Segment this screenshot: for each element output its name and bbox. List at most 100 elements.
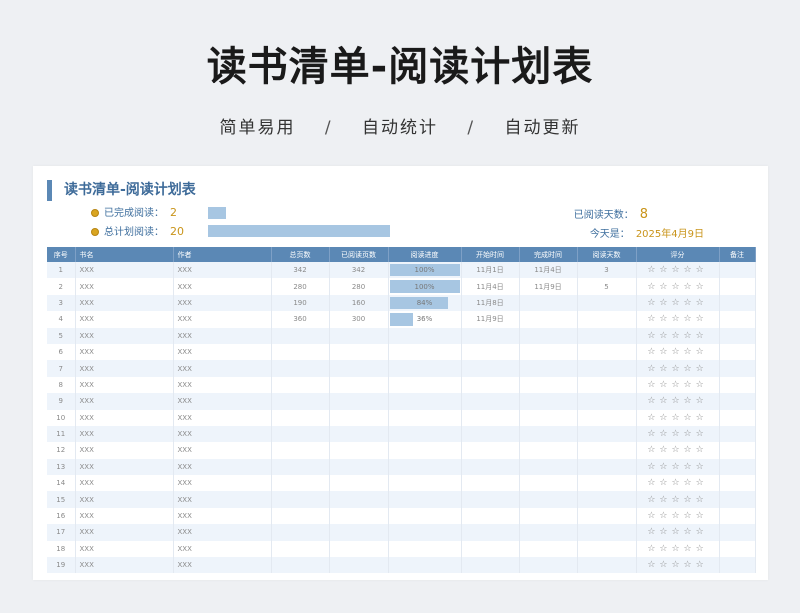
cell-note[interactable] — [719, 491, 756, 508]
cell-no[interactable]: 3 — [47, 294, 76, 312]
star-rating-icon[interactable]: ☆☆☆☆☆ — [647, 314, 707, 324]
rating-cell[interactable]: ☆☆☆☆☆ — [636, 475, 720, 492]
rating-cell[interactable]: ☆☆☆☆☆ — [636, 409, 720, 426]
cell-progress[interactable]: 36% — [388, 311, 462, 328]
cell-read[interactable] — [329, 507, 389, 525]
cell-read[interactable]: 342 — [329, 262, 389, 279]
cell-author[interactable]: XXX — [173, 507, 272, 525]
cell-start[interactable] — [461, 475, 520, 492]
cell-book[interactable]: XXX — [75, 311, 174, 328]
cell-end[interactable] — [519, 491, 578, 508]
cell-read[interactable] — [329, 360, 389, 377]
cell-start[interactable]: 11月1日 — [461, 262, 520, 279]
cell-progress[interactable] — [388, 360, 462, 377]
cell-progress[interactable] — [388, 409, 462, 426]
cell-book[interactable]: XXX — [75, 491, 174, 508]
cell-read[interactable] — [329, 425, 389, 443]
cell-start[interactable] — [461, 409, 520, 426]
rating-cell[interactable]: ☆☆☆☆☆ — [636, 491, 720, 508]
star-rating-icon[interactable]: ☆☆☆☆☆ — [647, 396, 707, 406]
cell-author[interactable]: XXX — [173, 311, 272, 328]
cell-end[interactable] — [519, 327, 578, 344]
cell-read[interactable] — [329, 343, 389, 361]
cell-read[interactable]: 300 — [329, 311, 389, 328]
cell-start[interactable] — [461, 393, 520, 410]
cell-total[interactable] — [271, 376, 330, 394]
cell-end[interactable] — [519, 507, 578, 525]
cell-author[interactable]: XXX — [173, 540, 272, 558]
cell-book[interactable]: XXX — [75, 294, 174, 312]
cell-end[interactable] — [519, 393, 578, 410]
cell-book[interactable]: XXX — [75, 376, 174, 394]
cell-progress[interactable] — [388, 376, 462, 394]
cell-total[interactable] — [271, 327, 330, 344]
cell-end[interactable]: 11月9日 — [519, 278, 578, 295]
cell-days[interactable] — [577, 475, 637, 492]
cell-progress[interactable] — [388, 557, 462, 574]
cell-no[interactable]: 15 — [47, 491, 76, 508]
cell-no[interactable]: 18 — [47, 540, 76, 558]
star-rating-icon[interactable]: ☆☆☆☆☆ — [647, 560, 707, 570]
cell-book[interactable]: XXX — [75, 475, 174, 492]
cell-book[interactable]: XXX — [75, 393, 174, 410]
cell-book[interactable]: XXX — [75, 507, 174, 525]
cell-read[interactable] — [329, 475, 389, 492]
cell-no[interactable]: 6 — [47, 343, 76, 361]
cell-no[interactable]: 11 — [47, 425, 76, 443]
cell-days[interactable] — [577, 507, 637, 525]
cell-progress[interactable] — [388, 425, 462, 443]
cell-progress[interactable] — [388, 442, 462, 459]
cell-days[interactable] — [577, 442, 637, 459]
rating-cell[interactable]: ☆☆☆☆☆ — [636, 507, 720, 525]
cell-start[interactable]: 11月9日 — [461, 311, 520, 328]
cell-author[interactable]: XXX — [173, 262, 272, 279]
cell-read[interactable] — [329, 458, 389, 476]
cell-days[interactable] — [577, 540, 637, 558]
star-rating-icon[interactable]: ☆☆☆☆☆ — [647, 282, 707, 292]
cell-end[interactable] — [519, 442, 578, 459]
cell-note[interactable] — [719, 294, 756, 312]
rating-cell[interactable]: ☆☆☆☆☆ — [636, 262, 720, 279]
cell-progress[interactable] — [388, 475, 462, 492]
star-rating-icon[interactable]: ☆☆☆☆☆ — [647, 265, 707, 275]
cell-total[interactable] — [271, 507, 330, 525]
cell-no[interactable]: 13 — [47, 458, 76, 476]
rating-cell[interactable]: ☆☆☆☆☆ — [636, 442, 720, 459]
cell-total[interactable] — [271, 540, 330, 558]
cell-progress[interactable] — [388, 507, 462, 525]
cell-days[interactable] — [577, 491, 637, 508]
cell-progress[interactable]: 100% — [388, 262, 462, 279]
cell-author[interactable]: XXX — [173, 442, 272, 459]
cell-start[interactable] — [461, 376, 520, 394]
cell-book[interactable]: XXX — [75, 409, 174, 426]
cell-total[interactable] — [271, 360, 330, 377]
cell-note[interactable] — [719, 540, 756, 558]
cell-start[interactable]: 11月4日 — [461, 278, 520, 295]
cell-author[interactable]: XXX — [173, 393, 272, 410]
cell-total[interactable]: 360 — [271, 311, 330, 328]
cell-start[interactable] — [461, 557, 520, 574]
cell-author[interactable]: XXX — [173, 491, 272, 508]
cell-note[interactable] — [719, 343, 756, 361]
cell-no[interactable]: 10 — [47, 409, 76, 426]
cell-progress[interactable]: 84% — [388, 294, 462, 312]
star-rating-icon[interactable]: ☆☆☆☆☆ — [647, 511, 707, 521]
cell-end[interactable] — [519, 311, 578, 328]
cell-days[interactable] — [577, 524, 637, 541]
cell-days[interactable] — [577, 425, 637, 443]
cell-end[interactable] — [519, 475, 578, 492]
rating-cell[interactable]: ☆☆☆☆☆ — [636, 376, 720, 394]
cell-end[interactable] — [519, 376, 578, 394]
star-rating-icon[interactable]: ☆☆☆☆☆ — [647, 527, 707, 537]
star-rating-icon[interactable]: ☆☆☆☆☆ — [647, 347, 707, 357]
cell-total[interactable] — [271, 458, 330, 476]
star-rating-icon[interactable]: ☆☆☆☆☆ — [647, 429, 707, 439]
rating-cell[interactable]: ☆☆☆☆☆ — [636, 393, 720, 410]
cell-no[interactable]: 5 — [47, 327, 76, 344]
cell-total[interactable] — [271, 491, 330, 508]
cell-days[interactable] — [577, 393, 637, 410]
cell-days[interactable] — [577, 311, 637, 328]
star-rating-icon[interactable]: ☆☆☆☆☆ — [647, 462, 707, 472]
cell-total[interactable] — [271, 557, 330, 574]
cell-author[interactable]: XXX — [173, 327, 272, 344]
